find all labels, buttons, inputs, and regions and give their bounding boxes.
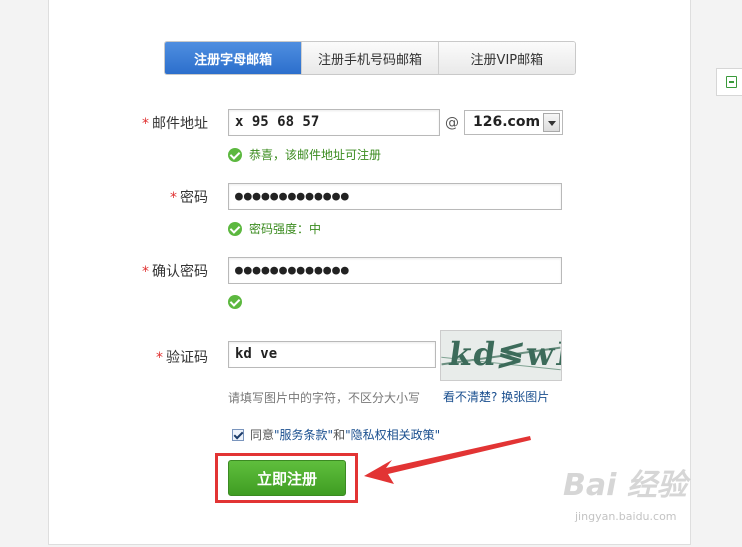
captcha-image[interactable]: kd≶wE [440, 330, 562, 381]
annotation-arrow [364, 436, 531, 484]
confirm-password-label: * 确认密码 [142, 264, 208, 280]
register-button[interactable]: 立即注册 [228, 460, 346, 496]
captcha-image-text: kd≶wE [446, 335, 562, 373]
chevron-down-icon [543, 113, 560, 132]
tab-phone-email[interactable]: 注册手机号码邮箱 [301, 42, 438, 74]
tab-letter-email[interactable]: 注册字母邮箱 [165, 42, 302, 74]
email-label: * 邮件地址 [142, 116, 208, 132]
captcha-input[interactable]: kd ve [228, 341, 436, 368]
password-input[interactable]: ●●●●●●●●●●●●● [228, 183, 562, 210]
tab-vip-email[interactable]: 注册VIP邮箱 [437, 42, 575, 74]
registration-tabs: 注册字母邮箱 注册手机号码邮箱 注册VIP邮箱 [164, 41, 576, 75]
email-tip: 恭喜，该邮件地址可注册 [228, 146, 381, 163]
confirm-tip [228, 295, 249, 309]
at-sign: @ [445, 115, 459, 131]
domain-select[interactable]: 126.com [464, 110, 563, 135]
side-login-tab[interactable] [716, 68, 742, 96]
check-icon [228, 295, 242, 309]
watermark-logo: Bai 经验 [563, 468, 687, 503]
check-icon [228, 147, 242, 162]
email-input[interactable]: x 95 68 57 [228, 109, 440, 136]
captcha-hint: 请填写图片中的字符，不区分大小写 [228, 391, 421, 405]
captcha-label: * 验证码 [156, 350, 208, 366]
agree-checkbox[interactable] [232, 428, 244, 441]
password-strength-tip: 密码强度：中 [228, 220, 321, 237]
terms-link[interactable]: "服务条款" [274, 426, 333, 443]
password-label: * 密码 [170, 190, 208, 206]
login-icon [726, 76, 737, 88]
check-icon [228, 221, 242, 236]
watermark-url: jingyan.baidu.com [575, 510, 677, 523]
refresh-captcha-link[interactable]: 看不清楚? 换张图片 [443, 388, 549, 405]
watermark: Bai 经验 jingyan.baidu.com [563, 460, 733, 530]
confirm-password-input[interactable]: ●●●●●●●●●●●●● [228, 257, 562, 284]
